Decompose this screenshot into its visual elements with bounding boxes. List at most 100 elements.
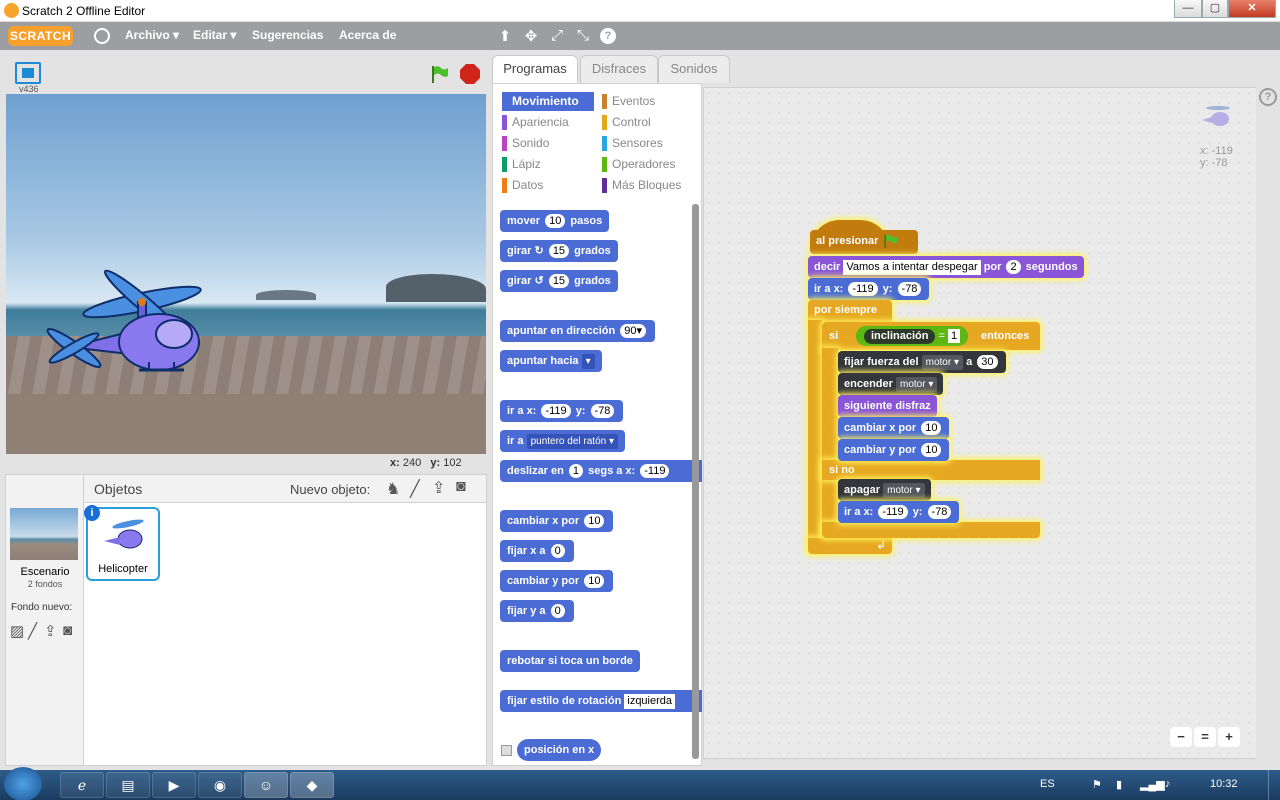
network-icon[interactable]: ⚑	[1092, 778, 1102, 791]
stage-canvas[interactable]	[6, 94, 486, 454]
zoom-out-icon[interactable]: −	[1170, 727, 1192, 747]
x-input[interactable]: -119	[541, 404, 571, 419]
menu-archivo[interactable]: Archivo ▾	[125, 28, 179, 42]
clock[interactable]: 10:32	[1210, 778, 1238, 790]
block-siguiente-disfraz[interactable]: siguiente disfraz	[838, 395, 937, 417]
seconds-input[interactable]: 2	[1006, 260, 1021, 275]
motor-dropdown[interactable]: motor ▾	[921, 354, 963, 370]
block-encender[interactable]: encender motor ▾	[838, 373, 944, 395]
equals-operator[interactable]: inclinación = 1	[856, 326, 969, 346]
block-cambiar-x[interactable]: cambiar x por 10	[500, 510, 614, 532]
sprite-card-helicopter[interactable]: i Helicopter	[84, 505, 160, 581]
category-mas-bloques[interactable]: Más Bloques	[602, 176, 694, 195]
number-input[interactable]: 15	[548, 274, 570, 289]
number-input[interactable]: 10	[545, 214, 566, 229]
block-ir-a-xy-script[interactable]: ir a x: -119 y: -78	[808, 278, 930, 300]
sprite-camera-icon[interactable]: ◙	[456, 478, 466, 496]
help-icon[interactable]: ?	[1259, 88, 1277, 106]
scratch-taskbar-icon[interactable]: ☺	[244, 772, 288, 798]
duplicate-tool-icon[interactable]: ⬆	[495, 27, 515, 45]
grow-tool-icon[interactable]: ⤢	[547, 27, 567, 44]
sprite-paint-icon[interactable]: ╱	[410, 479, 420, 499]
block-ir-a[interactable]: ir a puntero del ratón ▾	[500, 430, 625, 452]
block-fijar-y[interactable]: fijar y a 0	[500, 600, 574, 622]
shrink-tool-icon[interactable]: ⤡	[573, 27, 593, 44]
sprite-upload-icon[interactable]: ⇪	[432, 478, 445, 498]
zoom-in-icon[interactable]: +	[1218, 727, 1240, 747]
backdrop-camera-icon[interactable]: ◙	[63, 622, 72, 639]
block-rebotar[interactable]: rebotar si toca un borde	[500, 650, 640, 672]
number-input[interactable]: 10	[584, 574, 605, 589]
block-decir[interactable]: decir Vamos a intentar despegar por 2 se…	[808, 256, 1084, 278]
category-control[interactable]: Control	[602, 113, 694, 132]
block-cambiar-y[interactable]: cambiar y por 10	[500, 570, 614, 592]
tab-programas[interactable]: Programas	[492, 55, 578, 84]
seconds-input[interactable]: 1	[568, 464, 584, 479]
category-lapiz[interactable]: Lápiz	[502, 155, 594, 174]
chrome-taskbar-icon[interactable]: ◉	[198, 772, 242, 798]
category-sensores[interactable]: Sensores	[602, 134, 694, 153]
motor-dropdown[interactable]: motor ▾	[895, 376, 938, 392]
block-girar-derecha[interactable]: girar ↻ 15 grados	[500, 240, 618, 262]
block-deslizar[interactable]: deslizar en 1 segs a x: -119	[500, 460, 702, 482]
fullscreen-icon[interactable]	[15, 62, 41, 84]
backdrop-upload-icon[interactable]: ⇪	[44, 622, 57, 640]
menu-acerca-de[interactable]: Acerca de	[339, 28, 396, 42]
category-movimiento[interactable]: Movimiento	[502, 92, 594, 111]
category-sonido[interactable]: Sonido	[502, 134, 594, 153]
minimize-button[interactable]: —	[1174, 0, 1202, 18]
number-input[interactable]: 10	[921, 421, 942, 436]
helicopter-sprite[interactable]	[34, 262, 234, 392]
app-taskbar-icon[interactable]: ◆	[290, 772, 334, 798]
stage-thumbnail[interactable]	[10, 508, 78, 560]
category-operadores[interactable]: Operadores	[602, 155, 694, 174]
say-text-input[interactable]: Vamos a intentar despegar	[843, 259, 981, 275]
y-input[interactable]: -78	[590, 404, 615, 419]
inclinacion-reporter[interactable]: inclinación	[864, 329, 936, 344]
block-ir-a-xy[interactable]: ir a x: -119 y: -78	[500, 400, 624, 422]
number-input[interactable]: 10	[584, 514, 605, 529]
block-apuntar-hacia[interactable]: apuntar hacia ▾	[500, 350, 602, 372]
rotation-dropdown[interactable]: izquierda	[624, 693, 676, 709]
menu-editar[interactable]: Editar ▾	[193, 28, 236, 42]
backdrop-paint-icon[interactable]: ╱	[28, 622, 37, 640]
block-girar-izquierda[interactable]: girar ↺ 15 grados	[500, 270, 618, 292]
ie-taskbar-icon[interactable]: ℯ	[60, 772, 104, 798]
y-input[interactable]: -78	[897, 282, 922, 297]
info-icon[interactable]: i	[84, 505, 100, 521]
number-input[interactable]: 0	[550, 544, 565, 559]
category-apariencia[interactable]: Apariencia	[502, 113, 594, 132]
tab-disfraces[interactable]: Disfraces	[580, 55, 658, 83]
reporter-checkbox[interactable]	[501, 745, 512, 756]
show-desktop-button[interactable]	[1268, 770, 1280, 800]
sprite-library-icon[interactable]: ♞	[386, 479, 400, 499]
block-ir-a-xy-script-2[interactable]: ir a x: -119 y: -78	[838, 501, 960, 523]
start-button[interactable]	[4, 767, 42, 800]
zoom-reset-icon[interactable]: =	[1194, 727, 1216, 747]
block-mover-pasos[interactable]: mover 10 pasos	[500, 210, 610, 232]
backdrop-library-icon[interactable]: ▨	[10, 622, 24, 640]
category-eventos[interactable]: Eventos	[602, 92, 694, 111]
block-apagar[interactable]: apagar motor ▾	[838, 479, 931, 501]
x-input[interactable]: -119	[640, 464, 670, 479]
category-datos[interactable]: Datos	[502, 176, 594, 195]
tab-sonidos[interactable]: Sonidos	[658, 55, 730, 83]
direction-dropdown[interactable]: 90▾	[620, 324, 647, 339]
battery-icon[interactable]: ▮	[1116, 778, 1122, 791]
block-al-presionar[interactable]: al presionar	[810, 230, 918, 254]
block-posicion-x[interactable]: posición en x	[517, 739, 602, 761]
language-globe-icon[interactable]	[94, 28, 110, 44]
x-input[interactable]: -119	[848, 282, 878, 297]
palette-scrollbar[interactable]	[692, 204, 699, 759]
scratch-logo[interactable]: SCRATCH	[8, 26, 73, 46]
language-indicator[interactable]: ES	[1040, 778, 1055, 790]
force-input[interactable]: 30	[977, 355, 998, 370]
scripts-area[interactable]	[703, 87, 1265, 759]
motor-dropdown[interactable]: motor ▾	[883, 482, 925, 498]
block-estilo-rotacion[interactable]: fijar estilo de rotación izquierda	[500, 690, 702, 712]
block-apuntar-direccion[interactable]: apuntar en dirección 90▾	[500, 320, 656, 342]
block-fijar-x[interactable]: fijar x a 0	[500, 540, 574, 562]
x-input[interactable]: -119	[878, 505, 908, 520]
y-input[interactable]: -78	[927, 505, 952, 520]
number-input[interactable]: 15	[548, 244, 570, 259]
